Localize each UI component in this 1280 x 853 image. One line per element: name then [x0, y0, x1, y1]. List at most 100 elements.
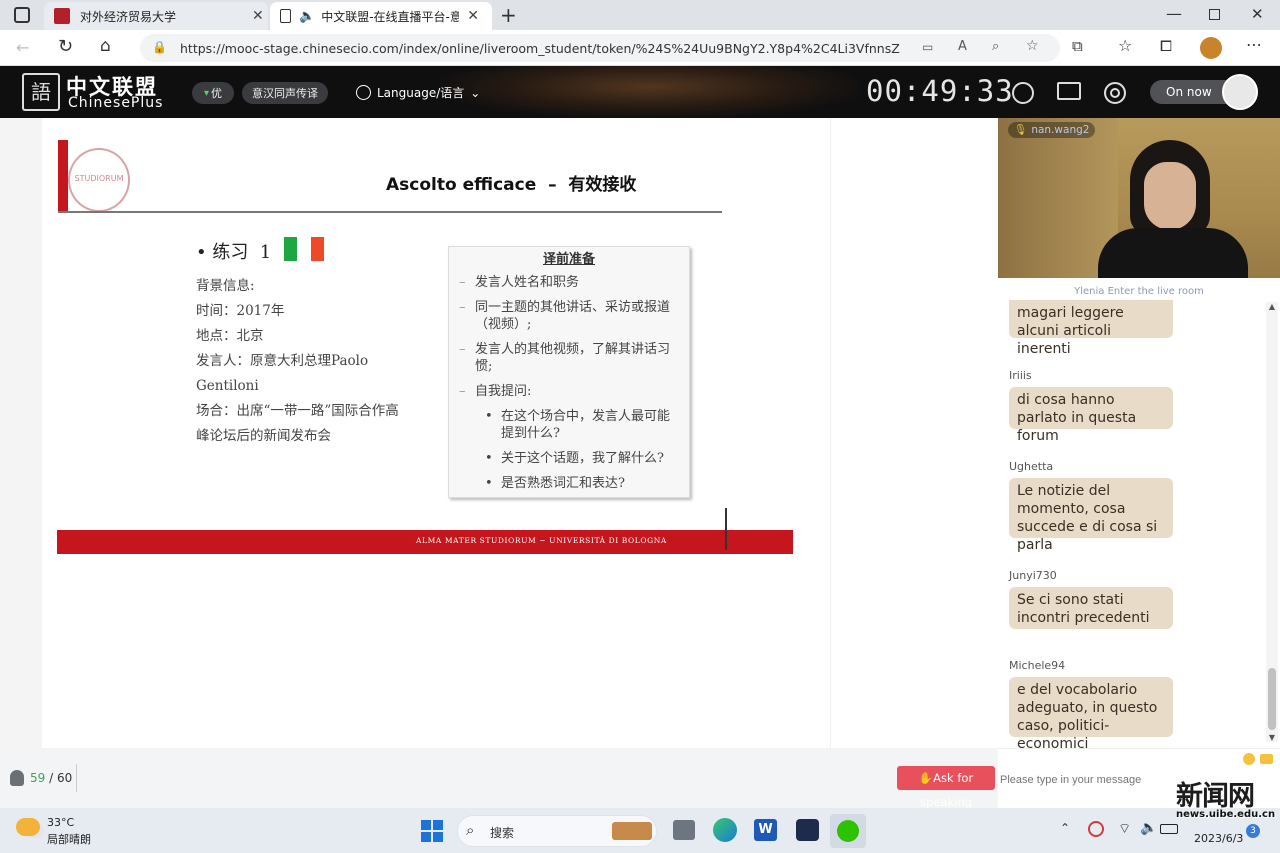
windows-taskbar: 33°C 局部晴朗 ⌕ 搜索 W ⌃ ⌔ 🔈 2023/6/3 3 新闻网 ne… — [0, 781, 1280, 853]
speaker-name-tag: 🎙 nan.wang2 — [1008, 122, 1096, 138]
zoom-icon[interactable]: ⌕ — [992, 39, 999, 54]
chat-username: Michele94 — [1009, 659, 1066, 672]
chat-username: Ughetta — [1009, 460, 1054, 473]
slide-title: Ascolto efficace – 有效接收 — [386, 175, 637, 195]
info-line: 发言人：原意大利总理Paolo — [196, 353, 369, 369]
url-field[interactable]: 🔒 https://mooc-stage.chinesecio.com/inde… — [140, 34, 1060, 62]
start-icon[interactable] — [421, 820, 443, 842]
prep-item: – 发言人姓名和职务 — [459, 275, 580, 290]
flag-red — [310, 237, 324, 261]
slide-red-bar — [58, 140, 68, 212]
info-line: 峰论坛后的新闻发布会 — [196, 428, 331, 444]
wechat-icon[interactable] — [830, 814, 866, 848]
prep-subitem: • 是否熟悉词汇和表达? — [485, 476, 625, 491]
battery-icon[interactable] — [1160, 824, 1178, 834]
tray-app-icon[interactable] — [1088, 821, 1104, 837]
weather-desc[interactable]: 局部晴朗 — [47, 831, 91, 847]
chat-username: Iriiis — [1009, 369, 1032, 382]
user-avatar[interactable] — [1222, 74, 1258, 110]
decorative-cloud-pattern — [440, 66, 860, 118]
emoji-icon[interactable] — [1243, 753, 1255, 765]
weather-temp[interactable]: 33°C — [47, 816, 74, 829]
restore-icon[interactable] — [1209, 9, 1220, 20]
collections-icon[interactable]: ⧠ — [1160, 37, 1172, 55]
new-tab-icon[interactable]: + — [500, 3, 517, 27]
attendance: 59 / 60 — [30, 771, 72, 785]
favorites-icon[interactable]: ☆ — [1118, 36, 1132, 55]
chat-message-bubble: e del vocabolario adeguato, in questo ca… — [1009, 677, 1173, 752]
presentation-slide: STUDIORUM Ascolto efficace – 有效接收 • 练习 1… — [42, 118, 910, 748]
quality-badge[interactable]: ▾ 优 — [192, 82, 234, 104]
prep-box: 译前准备 – 发言人姓名和职务 – 同一主题的其他讲话、采访或报道（视频）; – 发言… — [448, 246, 690, 498]
favorite-add-icon[interactable]: ☆ — [1026, 38, 1039, 54]
prep-subitem: • 在这个场合中，发言人最可能提到什么? — [485, 409, 671, 441]
chevron-down-icon: ⌄ — [470, 85, 481, 100]
tab-actions-icon[interactable] — [14, 7, 30, 23]
flag-white — [297, 237, 311, 261]
image-icon[interactable] — [1260, 754, 1273, 764]
tab-title: 对外经济贸易大学 — [80, 9, 177, 24]
brand-name-en: ChinesePlus — [68, 95, 164, 111]
chat-message-bubble: Se ci sono stati incontri precedenti — [1009, 587, 1173, 629]
camera-icon[interactable]: ▭ — [922, 40, 933, 54]
left-strip — [0, 118, 42, 748]
minimize-icon[interactable]: — — [1166, 4, 1182, 23]
chat-message-bubble: Le notizie del momento, cosa succede e d… — [1009, 478, 1173, 553]
tab-chineseplus[interactable]: 🔈 中文联盟-在线直播平台-意 ✕ — [270, 2, 492, 30]
taskbar-search[interactable]: ⌕ 搜索 — [457, 815, 657, 847]
info-line: 背景信息: — [196, 278, 255, 294]
page-icon — [280, 9, 291, 23]
chat-scrollbar[interactable]: ▲ ▼ — [1266, 302, 1278, 742]
speaker-name: nan.wang2 — [1031, 124, 1090, 136]
prep-subitem: • 关于这个话题，我了解什么? — [485, 451, 664, 466]
total-count: / 60 — [49, 771, 73, 785]
italian-flag — [284, 237, 324, 261]
task-view-icon[interactable] — [673, 820, 695, 840]
chat-panel: Ylenia Enter the live room magari legger… — [998, 278, 1280, 752]
tab-title: 中文联盟-在线直播平台-意 — [321, 9, 460, 24]
chat-username: Junyi730 — [1009, 569, 1057, 582]
read-aloud-icon[interactable]: A — [958, 39, 967, 54]
scrollbar-thumb[interactable] — [1268, 668, 1276, 730]
session-timer: 00:49:33 — [866, 74, 1014, 108]
clock-date[interactable]: 2023/6/3 — [1194, 832, 1243, 845]
course-pill[interactable]: 意汉同声传译 — [242, 82, 328, 104]
scroll-up-icon[interactable]: ▲ — [1266, 302, 1278, 311]
close-icon[interactable]: ✕ — [467, 8, 479, 24]
edge-icon[interactable] — [713, 818, 737, 842]
scroll-down-icon[interactable]: ▼ — [1266, 733, 1278, 742]
speaker-icon[interactable]: 🔈 — [299, 9, 315, 24]
address-toolbar: ← ↻ ⌂ 🔒 https://mooc-stage.chinesecio.co… — [0, 30, 1280, 66]
profile-avatar[interactable] — [1200, 37, 1222, 59]
refresh-icon[interactable]: ↻ — [58, 36, 73, 57]
signal-icon: ▾ — [203, 87, 210, 99]
news-watermark: 新闻网 news.uibe.edu.cn — [1176, 774, 1276, 824]
language-selector[interactable]: Language/语言 ⌄ — [356, 84, 480, 101]
tab-uibe[interactable]: 对外经济贸易大学 ✕ — [44, 2, 268, 30]
search-highlight-icon — [612, 822, 652, 840]
info-line: Gentiloni — [196, 378, 259, 394]
info-line: 地点：北京 — [196, 328, 264, 344]
window-close-icon[interactable]: ✕ — [1251, 5, 1264, 23]
compass-icon[interactable] — [1012, 82, 1034, 104]
wifi-icon[interactable]: ⌔ — [1118, 820, 1131, 838]
app-icon[interactable] — [796, 819, 819, 841]
exercise-label: • 练习 1 — [196, 242, 272, 263]
classroom-bottom-bar: 59 / 60 ✋Ask for speaking — [0, 748, 998, 809]
language-label: Language/语言 — [377, 86, 465, 100]
volume-icon[interactable]: 🔈 — [1140, 820, 1157, 836]
notification-badge[interactable]: 3 — [1246, 824, 1260, 838]
uibe-favicon-icon — [54, 8, 70, 24]
close-icon[interactable]: ✕ — [252, 8, 264, 24]
back-icon[interactable]: ← — [16, 38, 29, 57]
home-icon[interactable]: ⌂ — [100, 36, 111, 56]
ask-for-speaking-button[interactable]: ✋Ask for speaking — [897, 766, 995, 809]
more-icon[interactable]: ⋯ — [1246, 35, 1262, 54]
broadcast-icon[interactable] — [1104, 82, 1126, 104]
word-icon[interactable]: W — [754, 819, 777, 841]
screen-share-icon[interactable] — [1057, 82, 1081, 100]
prep-item: – 发言人的其他视频，了解其讲话习惯; — [459, 342, 671, 374]
extensions-icon[interactable]: ⧉ — [1072, 37, 1083, 55]
weather-icon[interactable] — [16, 818, 40, 836]
tray-chevron-icon[interactable]: ⌃ — [1060, 821, 1070, 835]
